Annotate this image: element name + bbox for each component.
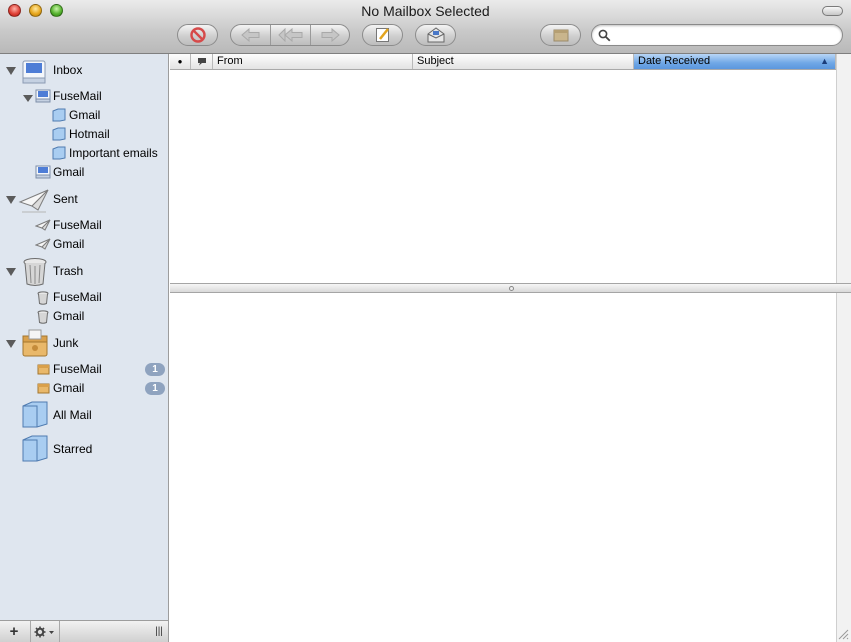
sent-account-icon xyxy=(35,238,51,250)
window-resize-grip-icon[interactable] xyxy=(838,629,849,640)
preview-scrollbar[interactable] xyxy=(836,293,851,642)
column-header-from[interactable]: From xyxy=(213,54,413,69)
junk-account-icon xyxy=(37,364,50,375)
sidebar-item-sent-fusemail[interactable]: FuseMail xyxy=(53,218,102,232)
inbox-account-icon xyxy=(35,89,51,103)
sidebar-resize-grip[interactable]: ||| xyxy=(150,621,168,642)
get-mail-icon xyxy=(427,27,444,43)
folder-icon xyxy=(22,401,48,428)
sidebar-item-inbox-gmail-folder[interactable]: Gmail xyxy=(69,108,100,122)
reply-all-icon xyxy=(277,28,302,42)
disclosure-triangle-inbox-fusemail[interactable] xyxy=(23,95,33,102)
junk-icon xyxy=(553,29,568,42)
action-menu-button[interactable] xyxy=(30,621,60,642)
sent-account-icon xyxy=(35,219,51,231)
message-list-scrollbar[interactable] xyxy=(836,54,851,283)
new-message-icon xyxy=(375,28,389,42)
trash-account-icon xyxy=(37,310,49,324)
speech-bubble-icon xyxy=(197,58,206,66)
pane-splitter[interactable] xyxy=(170,283,851,293)
add-mailbox-button[interactable]: + xyxy=(2,621,26,642)
disclosure-triangle-inbox[interactable] xyxy=(6,67,16,75)
column-header-date-received[interactable]: Date Received ▲ xyxy=(634,54,836,69)
reply-all-button[interactable] xyxy=(271,25,311,45)
sidebar-item-inbox[interactable]: Inbox xyxy=(53,63,82,77)
splitter-handle-icon xyxy=(509,286,514,291)
delete-icon xyxy=(189,27,206,43)
sidebar-item-all-mail[interactable]: All Mail xyxy=(53,408,92,422)
sidebar-item-sent-gmail[interactable]: Gmail xyxy=(53,237,84,251)
mailbox-sidebar: Inbox FuseMail Gmail Hotmail Important e… xyxy=(0,54,169,620)
disclosure-triangle-junk[interactable] xyxy=(6,340,16,348)
search-input[interactable] xyxy=(616,27,836,43)
forward-button[interactable] xyxy=(311,25,349,45)
disclosure-triangle-trash[interactable] xyxy=(6,268,16,276)
folder-icon xyxy=(52,146,66,160)
junk-account-icon xyxy=(37,383,50,394)
message-preview-pane xyxy=(170,293,836,642)
sidebar-item-inbox-important-emails[interactable]: Important emails xyxy=(69,146,158,160)
column-header-date-received-label: Date Received xyxy=(638,55,711,67)
delete-button[interactable] xyxy=(177,24,218,46)
sidebar-item-inbox-hotmail[interactable]: Hotmail xyxy=(69,127,110,141)
sidebar-item-starred[interactable]: Starred xyxy=(53,442,92,456)
trash-icon xyxy=(23,258,47,286)
search-icon xyxy=(598,29,611,42)
toolbar: No Mailbox Selected xyxy=(0,0,851,54)
sidebar-item-trash-gmail[interactable]: Gmail xyxy=(53,309,84,323)
window-title: No Mailbox Selected xyxy=(361,3,490,19)
folder-icon xyxy=(22,435,48,462)
message-list[interactable]: ● From Subject Date Received ▲ xyxy=(170,54,836,283)
junk-icon xyxy=(22,329,48,357)
sidebar-item-junk[interactable]: Junk xyxy=(53,336,78,350)
sidebar-item-trash[interactable]: Trash xyxy=(53,264,83,278)
column-header-unread[interactable]: ● xyxy=(170,54,191,69)
sidebar-item-inbox-fusemail[interactable]: FuseMail xyxy=(53,89,102,103)
inbox-icon xyxy=(22,60,46,84)
new-message-button[interactable] xyxy=(362,24,403,46)
sidebar-item-sent[interactable]: Sent xyxy=(53,192,78,206)
sidebar-item-inbox-gmail[interactable]: Gmail xyxy=(53,165,84,179)
sidebar-item-trash-fusemail[interactable]: FuseMail xyxy=(53,290,102,304)
column-header-subject[interactable]: Subject xyxy=(413,54,634,69)
message-list-header: ● From Subject Date Received ▲ xyxy=(170,54,836,70)
sent-icon xyxy=(18,189,49,213)
reply-icon xyxy=(240,28,259,42)
reply-button[interactable] xyxy=(231,25,271,45)
reply-segmented-control xyxy=(230,24,350,46)
get-mail-button[interactable] xyxy=(415,24,456,46)
folder-icon xyxy=(52,127,66,141)
gear-icon xyxy=(34,626,54,637)
trash-account-icon xyxy=(37,291,49,305)
sort-ascending-icon: ▲ xyxy=(820,56,829,66)
search-field[interactable] xyxy=(591,24,843,46)
disclosure-triangle-sent[interactable] xyxy=(6,196,16,204)
sidebar-item-junk-gmail[interactable]: Gmail xyxy=(53,381,84,395)
column-header-replied[interactable] xyxy=(191,54,213,69)
inbox-account-icon xyxy=(35,165,51,179)
forward-icon xyxy=(321,28,340,42)
unread-count-badge: 1 xyxy=(145,382,165,395)
folder-icon xyxy=(52,108,66,122)
sidebar-action-bar: + ||| xyxy=(0,620,169,642)
toolbar-toggle-button[interactable] xyxy=(822,6,843,16)
sidebar-item-junk-fusemail[interactable]: FuseMail xyxy=(53,362,102,376)
unread-count-badge: 1 xyxy=(145,363,165,376)
junk-button[interactable] xyxy=(540,24,581,46)
